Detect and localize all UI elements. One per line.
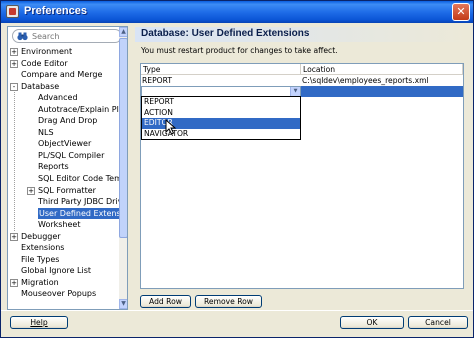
tree-item[interactable]: Third Party JDBC Drivers <box>8 196 127 208</box>
tree-item-label: Compare and Merge <box>21 70 103 80</box>
app-icon <box>6 5 19 18</box>
page-title: Database: User Defined Extensions <box>141 28 310 39</box>
expand-icon[interactable]: + <box>10 59 18 68</box>
tree-item[interactable]: Extensions <box>8 242 119 254</box>
tree-item-label: Code Editor <box>21 58 68 68</box>
tree-item-label: Debugger <box>21 231 61 241</box>
tree-item[interactable]: SQL Editor Code Template <box>8 173 127 185</box>
scroll-thumb[interactable] <box>119 38 127 238</box>
preferences-tree: + Environment + Code Editor Compare and Merg… <box>8 46 127 300</box>
tree-item-label: SQL Editor Code Template <box>38 174 127 184</box>
tree-item-label: Drag And Drop <box>38 116 98 126</box>
column-header-type[interactable]: Type <box>141 64 301 75</box>
cell-type[interactable]: REPORT <box>141 75 301 86</box>
tree-item[interactable]: ObjectViewer <box>8 138 119 150</box>
tree-scrollbar[interactable]: ▲ ▼ <box>119 27 127 309</box>
cancel-button[interactable]: Cancel <box>408 316 468 329</box>
tree-item[interactable]: Advanced <box>8 92 119 104</box>
title-bar[interactable]: Preferences ✕ <box>1 1 473 23</box>
column-header-location[interactable]: Location <box>301 64 463 75</box>
tree-item[interactable]: Worksheet <box>8 219 119 231</box>
divider <box>1 310 473 311</box>
tree-item-label: NLS <box>38 127 54 137</box>
expand-icon[interactable]: + <box>27 186 35 195</box>
tree-item[interactable]: Global Ignore List <box>8 265 119 277</box>
tree-item[interactable]: + Environment <box>8 46 119 58</box>
tree-connector-line <box>14 92 15 231</box>
tree-item[interactable]: + Migration <box>8 277 119 289</box>
collapse-icon[interactable]: - <box>10 82 18 91</box>
scroll-up-arrow-icon[interactable]: ▲ <box>119 27 127 37</box>
dropdown-option[interactable]: REPORT <box>142 97 300 108</box>
tree-item-label: User Defined Extensions <box>38 207 127 220</box>
tree-item-label: Advanced <box>38 93 78 103</box>
tree-item-label: Reports <box>38 162 69 172</box>
tree-item-label: Extensions <box>21 243 65 253</box>
tree-item-label: SQL Formatter <box>38 185 96 195</box>
expand-icon[interactable]: + <box>10 48 18 56</box>
ok-button[interactable]: OK <box>340 316 404 329</box>
tree-item-label: Mouseover Popups <box>21 289 97 299</box>
tree-item[interactable]: + SQL Formatter <box>8 185 119 197</box>
close-button[interactable]: ✕ <box>452 3 470 21</box>
search-input[interactable] <box>32 31 118 42</box>
tree-item-label: Autotrace/Explain Plan <box>38 104 128 114</box>
mouse-pointer-icon <box>165 119 177 135</box>
tree-item-label: File Types <box>21 254 60 264</box>
binoculars-icon <box>17 32 28 41</box>
preferences-dialog: Preferences ✕ +Environment+Code EditorCo… <box>0 0 474 338</box>
scroll-down-arrow-icon[interactable]: ▼ <box>119 299 127 309</box>
tree-item[interactable]: Compare and Merge <box>8 69 119 81</box>
help-button-label: Help <box>30 318 48 327</box>
combo-value <box>142 87 143 96</box>
tree-item-label: PL/SQL Compiler <box>38 150 105 160</box>
add-row-button[interactable]: Add Row <box>140 295 191 308</box>
tree-item[interactable]: File Types <box>8 254 119 266</box>
tree-item-label: Worksheet <box>38 220 81 230</box>
tree-item-label: Global Ignore List <box>21 266 92 276</box>
preferences-nav-pane: +Environment+Code EditorCompare and Merg… <box>7 26 128 310</box>
cell-location[interactable]: C:\sqldev\employees_reports.xml <box>301 75 463 86</box>
dropdown-option[interactable]: ACTION <box>142 108 300 119</box>
search-box[interactable] <box>12 29 122 43</box>
tree-item-label: Migration <box>21 277 59 287</box>
restart-notice: You must restart product for changes to … <box>141 46 338 55</box>
tree-item[interactable]: User Defined Extensions <box>8 207 127 220</box>
tree-item-label: Database <box>21 81 60 91</box>
tree-item[interactable]: - Database <box>8 81 119 93</box>
tree-item[interactable]: Autotrace/Explain Plan <box>8 104 127 116</box>
tree-item[interactable]: Drag And Drop <box>8 115 119 127</box>
tree-item-label: Environment <box>21 47 73 56</box>
tree-item[interactable]: Mouseover Popups <box>8 288 119 300</box>
tree-item[interactable]: + Debugger <box>8 231 119 243</box>
tree-item-label: Third Party JDBC Drivers <box>38 197 128 207</box>
window-title: Preferences <box>24 5 87 17</box>
tree-item[interactable]: PL/SQL Compiler <box>8 150 119 162</box>
tree-item[interactable]: + Code Editor <box>8 58 119 70</box>
help-button[interactable]: Help <box>10 316 68 329</box>
expand-icon[interactable]: + <box>10 278 18 287</box>
expand-icon[interactable]: + <box>10 232 18 241</box>
dropdown-arrow-icon[interactable]: ▼ <box>290 87 300 96</box>
tree-item[interactable]: NLS <box>8 127 119 139</box>
tree-item-label: ObjectViewer <box>38 139 92 149</box>
remove-row-button[interactable]: Remove Row <box>195 295 262 308</box>
tree-item[interactable]: Reports <box>8 161 119 173</box>
